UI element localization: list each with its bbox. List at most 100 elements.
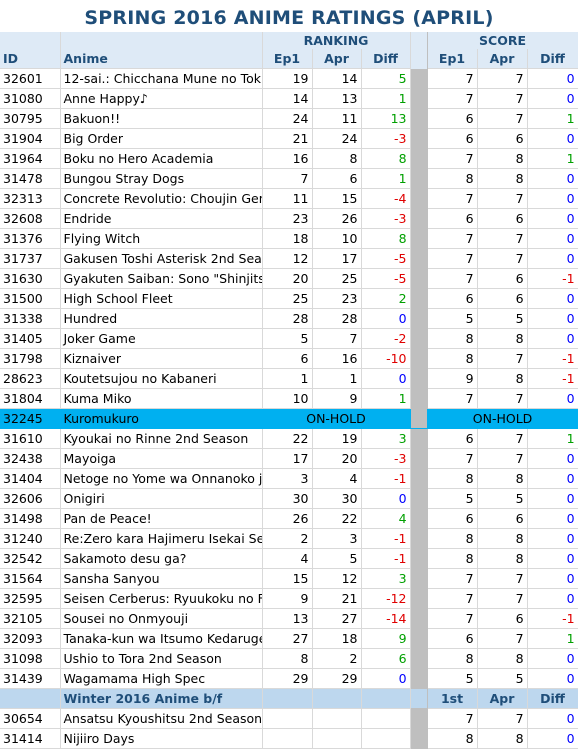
score-diff-cell[interactable]: 0 bbox=[527, 328, 578, 349]
rank-apr-cell[interactable]: 21 bbox=[312, 588, 362, 609]
score-apr-cell[interactable]: 7 bbox=[477, 588, 528, 609]
id-cell[interactable]: 31478 bbox=[0, 168, 61, 189]
rank-diff-cell[interactable]: 3 bbox=[361, 428, 411, 449]
anime-cell[interactable]: Netoge no Yome wa Onnanoko ja bbox=[60, 468, 263, 489]
score-diff-cell[interactable]: 0 bbox=[527, 588, 578, 609]
score-diff-cell[interactable]: 1 bbox=[527, 108, 578, 129]
rank-ep1-cell[interactable]: 21 bbox=[262, 128, 313, 149]
id-cell[interactable]: 28623 bbox=[0, 368, 61, 389]
rank-diff-cell[interactable]: -12 bbox=[361, 588, 411, 609]
score-diff-cell[interactable]: -1 bbox=[527, 268, 578, 289]
score-apr-cell[interactable]: 8 bbox=[477, 368, 528, 389]
anime-cell[interactable]: Kuromukuro bbox=[60, 408, 263, 429]
score-diff-cell[interactable]: 0 bbox=[527, 128, 578, 149]
score-ep1-cell[interactable]: 6 bbox=[427, 128, 478, 149]
rank-diff-cell[interactable]: -4 bbox=[361, 188, 411, 209]
id-cell[interactable]: 31630 bbox=[0, 268, 61, 289]
rank-ep1-cell[interactable]: 23 bbox=[262, 208, 313, 229]
score-apr-cell[interactable]: 8 bbox=[477, 148, 528, 169]
col-header-first[interactable]: 1st bbox=[427, 688, 478, 709]
score-apr-cell[interactable]: 7 bbox=[477, 108, 528, 129]
rank-diff-cell[interactable]: -1 bbox=[361, 528, 411, 549]
anime-cell[interactable]: Koutetsujou no Kabaneri bbox=[60, 368, 263, 389]
score-ep1-cell[interactable]: 7 bbox=[427, 708, 478, 729]
score-ep1-cell[interactable]: 5 bbox=[427, 668, 478, 689]
score-ep1-cell[interactable]: 6 bbox=[427, 508, 478, 529]
rank-apr-cell[interactable]: 16 bbox=[312, 348, 362, 369]
col-header-rank-apr[interactable]: Apr bbox=[312, 49, 362, 69]
score-diff-cell[interactable]: 0 bbox=[527, 708, 578, 729]
id-cell[interactable]: 31564 bbox=[0, 568, 61, 589]
col-header-id[interactable]: ID bbox=[0, 49, 61, 69]
score-ep1-cell[interactable]: 7 bbox=[427, 68, 478, 89]
rank-apr-cell[interactable]: 9 bbox=[312, 388, 362, 409]
rank-ep1-cell[interactable]: 22 bbox=[262, 428, 313, 449]
ranking-onhold-cell[interactable]: ON-HOLD bbox=[262, 408, 411, 429]
col-header-score-apr[interactable]: Apr bbox=[477, 49, 528, 69]
id-cell[interactable]: 32608 bbox=[0, 208, 61, 229]
rank-apr-cell[interactable]: 27 bbox=[312, 608, 362, 629]
rank-ep1-cell[interactable]: 29 bbox=[262, 668, 313, 689]
score-apr-cell[interactable]: 7 bbox=[477, 88, 528, 109]
id-cell[interactable]: 32595 bbox=[0, 588, 61, 609]
rank-apr-cell[interactable] bbox=[312, 728, 362, 749]
anime-cell[interactable]: Ushio to Tora 2nd Season bbox=[60, 648, 263, 669]
rank-apr-cell[interactable]: 26 bbox=[312, 208, 362, 229]
rank-diff-cell[interactable] bbox=[361, 708, 411, 729]
rank-diff-cell[interactable]: 8 bbox=[361, 228, 411, 249]
score-ep1-cell[interactable]: 7 bbox=[427, 88, 478, 109]
anime-cell[interactable]: Kyoukai no Rinne 2nd Season bbox=[60, 428, 263, 449]
rank-ep1-cell[interactable] bbox=[262, 728, 313, 749]
score-ep1-cell[interactable]: 8 bbox=[427, 648, 478, 669]
rank-diff-cell[interactable]: -3 bbox=[361, 128, 411, 149]
id-cell[interactable]: 31737 bbox=[0, 248, 61, 269]
rank-ep1-cell[interactable]: 19 bbox=[262, 68, 313, 89]
rank-diff-cell[interactable]: 3 bbox=[361, 568, 411, 589]
rank-ep1-cell[interactable]: 25 bbox=[262, 288, 313, 309]
score-ep1-cell[interactable]: 8 bbox=[427, 328, 478, 349]
rank-ep1-cell[interactable]: 27 bbox=[262, 628, 313, 649]
score-diff-cell[interactable]: 0 bbox=[527, 288, 578, 309]
anime-cell[interactable]: Gakusen Toshi Asterisk 2nd Season bbox=[60, 248, 263, 269]
score-apr-cell[interactable]: 7 bbox=[477, 388, 528, 409]
score-diff-cell[interactable]: 0 bbox=[527, 68, 578, 89]
rank-diff-cell[interactable]: 0 bbox=[361, 488, 411, 509]
score-ep1-cell[interactable]: 7 bbox=[427, 148, 478, 169]
score-diff-cell[interactable]: 0 bbox=[527, 208, 578, 229]
col-header-apr[interactable]: Apr bbox=[477, 688, 528, 709]
section-blank[interactable] bbox=[312, 688, 362, 709]
anime-cell[interactable]: Big Order bbox=[60, 128, 263, 149]
rank-apr-cell[interactable]: 5 bbox=[312, 548, 362, 569]
id-cell[interactable]: 32093 bbox=[0, 628, 61, 649]
rank-apr-cell[interactable]: 8 bbox=[312, 148, 362, 169]
anime-cell[interactable]: Bakuon!! bbox=[60, 108, 263, 129]
rank-apr-cell[interactable]: 12 bbox=[312, 568, 362, 589]
rank-ep1-cell[interactable]: 4 bbox=[262, 548, 313, 569]
id-cell[interactable]: 32105 bbox=[0, 608, 61, 629]
anime-cell[interactable]: Seisen Cerberus: Ryuukoku no Fatalite bbox=[60, 588, 263, 609]
anime-cell[interactable]: Boku no Hero Academia bbox=[60, 148, 263, 169]
score-ep1-cell[interactable]: 8 bbox=[427, 728, 478, 749]
score-apr-cell[interactable]: 6 bbox=[477, 608, 528, 629]
rank-ep1-cell[interactable]: 3 bbox=[262, 468, 313, 489]
rank-apr-cell[interactable]: 25 bbox=[312, 268, 362, 289]
score-diff-cell[interactable]: 0 bbox=[527, 228, 578, 249]
rank-ep1-cell[interactable]: 15 bbox=[262, 568, 313, 589]
id-cell[interactable]: 31404 bbox=[0, 468, 61, 489]
rank-apr-cell[interactable]: 24 bbox=[312, 128, 362, 149]
rank-apr-cell[interactable]: 20 bbox=[312, 448, 362, 469]
rank-apr-cell[interactable]: 22 bbox=[312, 508, 362, 529]
id-cell[interactable]: 32601 bbox=[0, 68, 61, 89]
rank-diff-cell[interactable]: 0 bbox=[361, 668, 411, 689]
score-diff-cell[interactable]: 0 bbox=[527, 508, 578, 529]
score-diff-cell[interactable]: 0 bbox=[527, 528, 578, 549]
col-header-score-diff[interactable]: Diff bbox=[527, 49, 578, 69]
score-ep1-cell[interactable]: 8 bbox=[427, 548, 478, 569]
rank-diff-cell[interactable]: 4 bbox=[361, 508, 411, 529]
score-apr-cell[interactable]: 6 bbox=[477, 268, 528, 289]
section-blank[interactable] bbox=[361, 688, 411, 709]
score-diff-cell[interactable]: 0 bbox=[527, 728, 578, 749]
rank-diff-cell[interactable]: -3 bbox=[361, 208, 411, 229]
anime-cell[interactable]: Sousei no Onmyouji bbox=[60, 608, 263, 629]
rank-ep1-cell[interactable]: 13 bbox=[262, 608, 313, 629]
